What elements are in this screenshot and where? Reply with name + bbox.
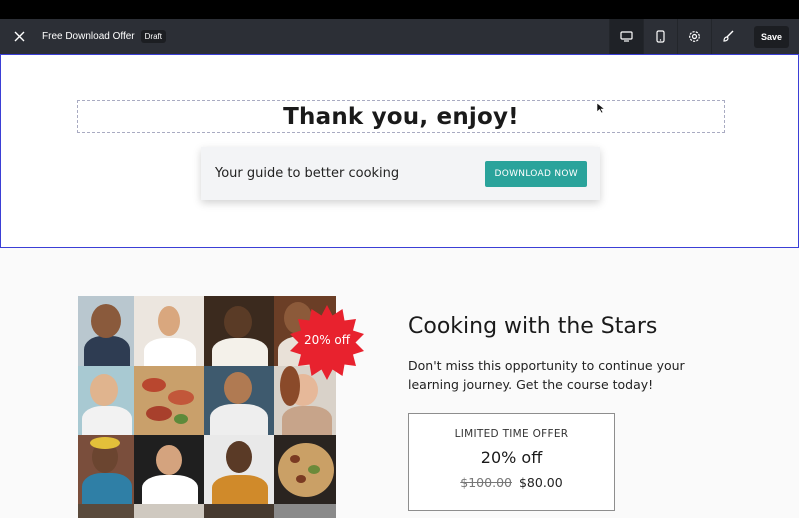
style-button[interactable] (710, 19, 745, 54)
desktop-view-button[interactable] (608, 19, 643, 54)
chef-photo (78, 435, 134, 504)
mouse-cursor-icon (596, 102, 606, 114)
chef-photo (204, 435, 274, 504)
thankyou-heading: Thank you, enjoy! (283, 103, 519, 130)
download-now-button[interactable]: DOWNLOAD NOW (485, 160, 587, 187)
chef-photo (78, 366, 134, 435)
page-title: Free Download Offer (42, 31, 135, 42)
new-price: $80.00 (518, 475, 563, 490)
old-price: $100.00 (460, 475, 512, 490)
heading-block[interactable]: Thank you, enjoy! (77, 100, 725, 133)
offer-text: Your guide to better cooking (215, 166, 400, 181)
price-row: $100.00 $80.00 (409, 475, 614, 490)
mobile-view-button[interactable] (642, 19, 677, 54)
chef-photo (78, 296, 134, 366)
chef-photo (274, 504, 336, 518)
download-card: Your guide to better cooking DOWNLOAD NO… (201, 147, 600, 200)
food-photo (274, 435, 336, 504)
price-discount: 20% off (480, 448, 543, 467)
top-strip (0, 0, 799, 19)
settings-icon (689, 31, 700, 42)
mobile-icon (656, 30, 665, 43)
chef-photo (204, 366, 274, 435)
discount-badge-text: 20% off (303, 333, 351, 347)
toolbar-actions: Save (608, 19, 799, 54)
desktop-icon (620, 31, 633, 42)
price-box: LIMITED TIME OFFER 20% off $100.00 $80.0… (408, 413, 615, 511)
chef-photo (204, 504, 274, 518)
chef-photo (78, 504, 134, 518)
close-button[interactable] (0, 19, 38, 54)
chef-photo (134, 435, 204, 504)
course-section: 20% off Cooking with the Stars Don't mis… (0, 248, 799, 518)
food-photo (134, 366, 204, 435)
status-badge: Draft (140, 30, 166, 43)
brush-icon (723, 30, 734, 42)
course-description: Don't miss this opportunity to continue … (408, 358, 685, 392)
course-title: Cooking with the Stars (408, 314, 658, 339)
settings-button[interactable] (676, 19, 711, 54)
chef-photo (134, 296, 204, 366)
thankyou-section[interactable]: Thank you, enjoy! Your guide to better c… (0, 54, 799, 248)
chef-photo (204, 296, 274, 366)
editor-toolbar: Free Download Offer Draft Save (0, 19, 799, 54)
save-button[interactable]: Save (753, 25, 789, 48)
chef-photo (134, 504, 204, 518)
price-label: LIMITED TIME OFFER (454, 428, 569, 440)
close-icon (14, 31, 24, 42)
